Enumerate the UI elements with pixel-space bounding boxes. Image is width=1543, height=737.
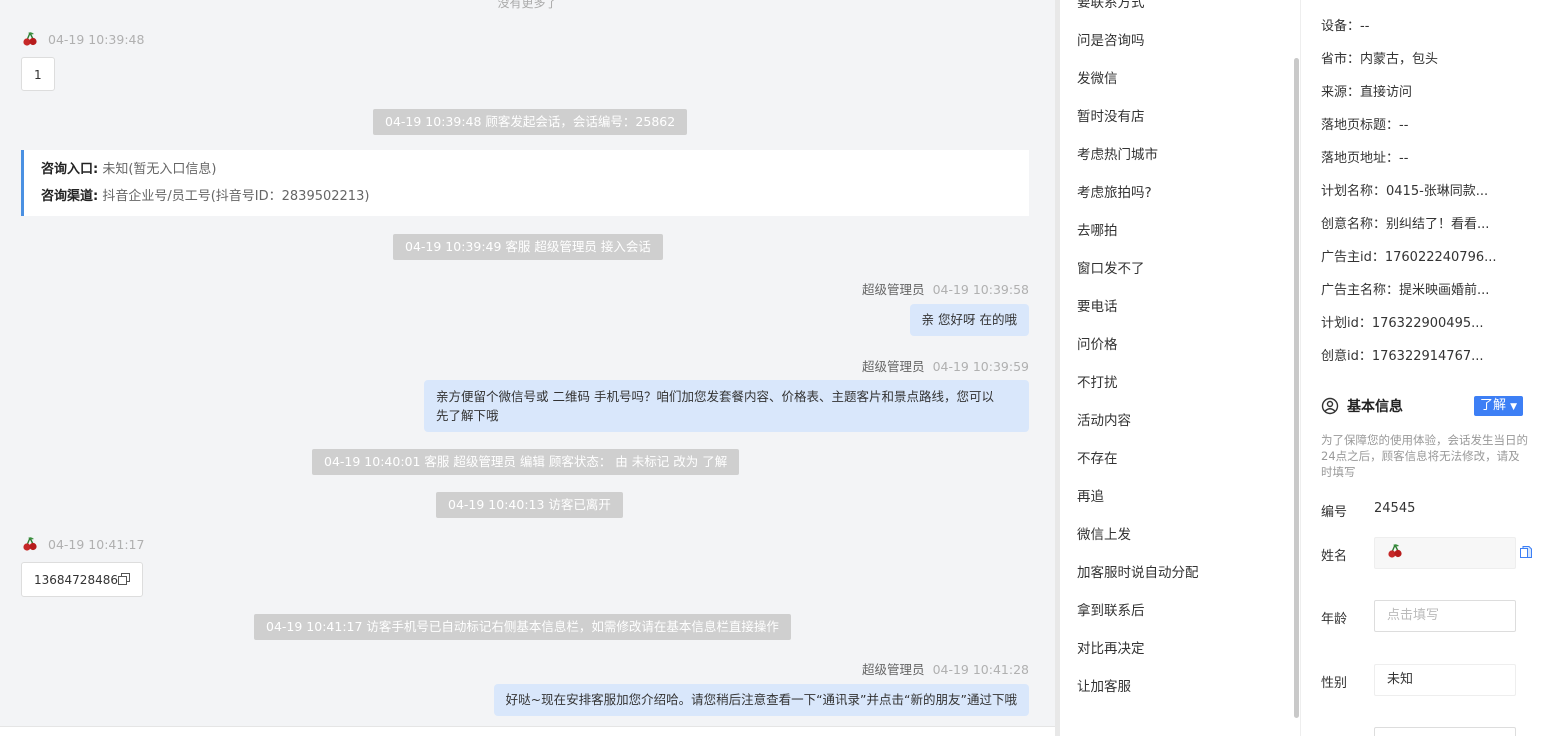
cherry-avatar-icon: [23, 537, 37, 551]
message-time: 04-19 10:39:58: [932, 282, 1029, 297]
copy-icon[interactable]: [117, 573, 130, 585]
customer-info-panel: 设备：-- 省市：内蒙古，包头 来源：直接访问 落地页标题：-- 落地页地址：-…: [1300, 0, 1543, 736]
chat-panel: 没有更多了 04-19 10:39:48 1 04-19 10:39:48 顾客…: [0, 0, 1055, 726]
agent-message-header: 超级管理员 04-19 10:41:28: [862, 659, 1029, 678]
quick-reply-item[interactable]: 微信上发: [1077, 523, 1131, 543]
quick-reply-item[interactable]: 要联系方式: [1077, 0, 1145, 11]
province-info: 省市：内蒙古，包头: [1321, 52, 1439, 67]
channel-label: 咨询渠道:: [41, 189, 99, 204]
status-label: 了解: [1480, 398, 1507, 413]
message-line: 亲方便留个微信号或 二维码 手机号吗？咱们加您发套餐内容、价格表、主题客片和景点…: [436, 389, 994, 404]
agent-name: 超级管理员: [862, 282, 925, 297]
quick-reply-item[interactable]: 要电话: [1077, 295, 1118, 315]
quick-reply-scrollbar[interactable]: [1294, 58, 1299, 718]
agent-message-bubble: 好哒~现在安排客服加您介绍哈。请您稍后注意查看一下“通讯录”并点击“新的朋友”通…: [493, 684, 1029, 716]
consult-info-card: 咨询入口: 未知(暂无入口信息) 咨询渠道: 抖音企业号/员工号(抖音号ID：2…: [21, 150, 1029, 216]
plan-name-info: 计划名称：0415-张琳同款...: [1321, 184, 1489, 199]
quick-reply-item[interactable]: 不打扰: [1077, 371, 1118, 391]
quick-reply-item[interactable]: 窗口发不了: [1077, 257, 1145, 277]
agent-message-header: 超级管理员 04-19 10:39:58: [862, 279, 1029, 298]
quick-reply-item[interactable]: 发微信: [1077, 67, 1118, 87]
system-message: 04-19 10:39:49 客服 超级管理员 接入会话: [393, 234, 663, 260]
visitor-message-bubble: 1: [21, 57, 55, 91]
quick-reply-item[interactable]: 问价格: [1077, 333, 1118, 353]
message-line: 先了解下哦: [436, 408, 499, 423]
visitor-message-header: 04-19 10:41:17: [22, 536, 144, 552]
age-label: 年龄: [1321, 612, 1348, 627]
source-info: 来源：直接访问: [1321, 85, 1413, 100]
basic-info-header: 基本信息: [1321, 396, 1403, 416]
quick-reply-item[interactable]: 问是咨询吗: [1077, 29, 1145, 49]
next-field[interactable]: [1374, 727, 1516, 736]
quick-reply-item[interactable]: 拿到联系后: [1077, 599, 1145, 619]
system-message: 04-19 10:40:13 访客已离开: [436, 492, 623, 518]
quick-reply-item[interactable]: 让加客服: [1077, 675, 1131, 695]
agent-name: 超级管理员: [862, 359, 925, 374]
device-info: 设备：--: [1321, 19, 1370, 34]
input-toolbar: [0, 726, 1055, 737]
agent-message-header: 超级管理员 04-19 10:39:59: [862, 356, 1029, 375]
message-time: 04-19 10:39:48: [48, 31, 145, 47]
id-label: 编号: [1321, 505, 1348, 520]
gender-label: 性别: [1321, 676, 1348, 691]
agent-name: 超级管理员: [862, 662, 925, 677]
agent-message-bubble: 亲方便留个微信号或 二维码 手机号吗？咱们加您发套餐内容、价格表、主题客片和景点…: [424, 380, 1029, 432]
system-message: 04-19 10:39:48 顾客发起会话，会话编号：25862: [373, 109, 688, 135]
edit-notice: 为了保障您的使用体验，会话发生当日的24点之后，顾客信息将无法修改，请及时填写: [1321, 433, 1528, 479]
entry-label: 咨询入口:: [41, 162, 99, 177]
landing-url-info: 落地页地址：--: [1321, 151, 1409, 166]
quick-reply-item[interactable]: 不存在: [1077, 447, 1118, 467]
name-label: 姓名: [1321, 549, 1348, 564]
gender-select[interactable]: 未知: [1374, 664, 1516, 696]
visitor-message-bubble: 13684728486: [21, 562, 143, 597]
system-message: 04-19 10:40:01 客服 超级管理员 编辑 顾客状态： 由 未标记 改…: [312, 449, 740, 475]
id-value: 24545: [1374, 501, 1416, 516]
message-time: 04-19 10:39:59: [932, 359, 1029, 374]
name-field[interactable]: [1374, 537, 1516, 569]
landing-title-info: 落地页标题：--: [1321, 118, 1409, 133]
quick-reply-item[interactable]: 暂时没有店: [1077, 105, 1145, 125]
no-more-text: 没有更多了: [497, 0, 558, 10]
basic-info-title: 基本信息: [1347, 399, 1403, 415]
caret-down-icon: ▼: [1510, 402, 1518, 412]
message-time: 04-19 10:41:17: [48, 536, 145, 552]
advertiser-name-info: 广告主名称：提米映画婚前...: [1321, 283, 1490, 298]
quick-reply-item[interactable]: 加客服时说自动分配: [1077, 561, 1199, 581]
cherry-avatar-icon: [23, 32, 37, 46]
quick-reply-item[interactable]: 考虑热门城市: [1077, 143, 1158, 163]
quick-reply-item[interactable]: 活动内容: [1077, 409, 1131, 429]
advertiser-id-info: 广告主id：176022240796...: [1321, 250, 1497, 265]
creative-id-info: 创意id：176322914767...: [1321, 349, 1484, 364]
cherry-avatar-icon: [1388, 544, 1402, 558]
phone-text: 13684728486: [34, 573, 118, 587]
message-time: 04-19 10:41:28: [932, 662, 1029, 677]
quick-reply-list: 要联系方式 问是咨询吗 发微信 暂时没有店 考虑热门城市 考虑旅拍吗? 去哪拍 …: [1060, 0, 1294, 736]
creative-name-info: 创意名称：别纠结了！看看...: [1321, 217, 1490, 232]
visitor-message-header: 04-19 10:39:48: [22, 31, 144, 47]
age-input[interactable]: 点击填写: [1374, 600, 1516, 632]
customer-status-dropdown[interactable]: 了解 ▼: [1474, 396, 1524, 416]
user-circle-icon: [1321, 397, 1339, 415]
quick-reply-item[interactable]: 考虑旅拍吗?: [1077, 181, 1152, 201]
copy-icon[interactable]: [1519, 545, 1533, 559]
plan-id-info: 计划id：176322900495...: [1321, 316, 1484, 331]
quick-reply-item[interactable]: 再追: [1077, 485, 1104, 505]
quick-reply-item[interactable]: 去哪拍: [1077, 219, 1118, 239]
system-message: 04-19 10:41:17 访客手机号已自动标记右侧基本信息栏，如需修改请在基…: [254, 614, 791, 640]
agent-message-bubble: 亲 您好呀 在的哦: [909, 304, 1029, 336]
entry-value: 未知(暂无入口信息): [102, 162, 217, 177]
channel-value: 抖音企业号/员工号(抖音号ID：2839502213): [102, 189, 370, 204]
quick-reply-item[interactable]: 对比再决定: [1077, 637, 1145, 657]
